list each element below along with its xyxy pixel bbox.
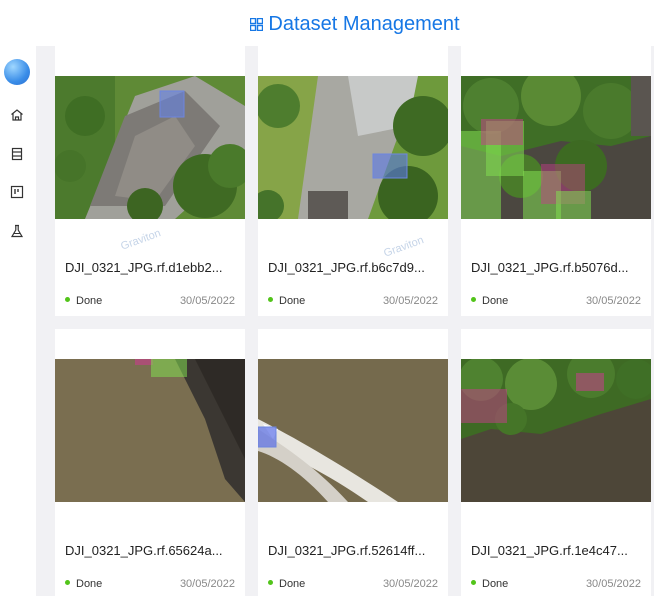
card-date: 30/05/2022 xyxy=(585,295,641,307)
status-label: Done xyxy=(76,295,103,307)
dataset-card[interactable]: Graviton DJI_0321_JPG.rf.b6c7d9... Done … xyxy=(258,46,448,316)
status-badge: Done xyxy=(65,578,102,590)
card-date: 30/05/2022 xyxy=(179,295,235,307)
image-thumbnail[interactable] xyxy=(55,76,245,219)
board-icon[interactable] xyxy=(9,184,25,200)
status-label: Done xyxy=(482,578,509,590)
image-thumbnail[interactable] xyxy=(55,359,245,502)
card-date: 30/05/2022 xyxy=(585,578,641,590)
status-badge: Done xyxy=(471,578,508,590)
page-title-text: Dataset Management xyxy=(268,13,460,35)
card-date: 30/05/2022 xyxy=(179,578,235,590)
card-title: DJI_0321_JPG.rf.65624a... xyxy=(65,543,223,558)
status-dot xyxy=(65,580,70,585)
card-date: 30/05/2022 xyxy=(382,578,438,590)
image-thumbnail[interactable] xyxy=(461,359,651,502)
flask-icon[interactable] xyxy=(9,223,25,239)
page-title: Dataset Management xyxy=(0,13,654,36)
card-title: DJI_0321_JPG.rf.b5076d... xyxy=(471,260,629,275)
dataset-card[interactable]: DJI_0321_JPG.rf.1e4c47... Done 30/05/202… xyxy=(461,329,651,596)
status-dot xyxy=(471,297,476,302)
status-dot xyxy=(65,297,70,302)
status-label: Done xyxy=(279,295,306,307)
status-badge: Done xyxy=(268,295,305,307)
card-title: DJI_0321_JPG.rf.1e4c47... xyxy=(471,543,628,558)
dataset-icon[interactable] xyxy=(9,146,25,162)
card-title: DJI_0321_JPG.rf.b6c7d9... xyxy=(268,260,425,275)
dataset-card[interactable]: DJI_0321_JPG.rf.52614ff... Done 30/05/20… xyxy=(258,329,448,596)
status-dot xyxy=(268,580,273,585)
dataset-grid: Graviton DJI_0321_JPG.rf.d1ebb2... Done … xyxy=(36,46,654,596)
watermark: Graviton xyxy=(119,227,163,253)
watermark: Graviton xyxy=(382,234,426,260)
card-title: DJI_0321_JPG.rf.52614ff... xyxy=(268,543,426,558)
image-thumbnail[interactable] xyxy=(258,76,448,219)
dataset-card[interactable]: DJI_0321_JPG.rf.65624a... Done 30/05/202… xyxy=(55,329,245,596)
image-thumbnail[interactable] xyxy=(258,359,448,502)
image-thumbnail[interactable] xyxy=(461,76,651,219)
status-badge: Done xyxy=(268,578,305,590)
grid-icon xyxy=(250,18,264,31)
status-badge: Done xyxy=(471,295,508,307)
status-dot xyxy=(268,297,273,302)
avatar[interactable] xyxy=(4,59,30,85)
card-title: DJI_0321_JPG.rf.d1ebb2... xyxy=(65,260,223,275)
card-date: 30/05/2022 xyxy=(382,295,438,307)
home-icon[interactable] xyxy=(9,107,25,123)
status-badge: Done xyxy=(65,295,102,307)
status-label: Done xyxy=(76,578,103,590)
dataset-card[interactable]: DJI_0321_JPG.rf.b5076d... Done 30/05/202… xyxy=(461,46,651,316)
dataset-card[interactable]: Graviton DJI_0321_JPG.rf.d1ebb2... Done … xyxy=(55,46,245,316)
sidebar xyxy=(0,46,36,596)
status-label: Done xyxy=(482,295,509,307)
status-label: Done xyxy=(279,578,306,590)
status-dot xyxy=(471,580,476,585)
